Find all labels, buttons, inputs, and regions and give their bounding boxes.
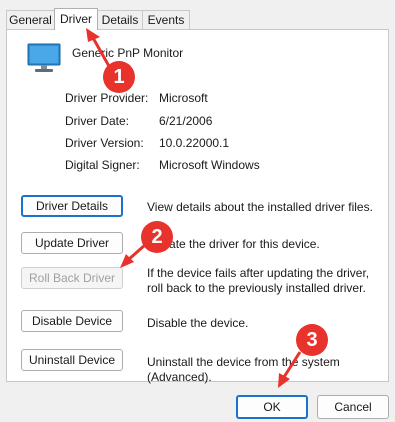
- uninstall-device-button[interactable]: Uninstall Device: [21, 349, 123, 371]
- annotation-badge-2: 2: [141, 221, 173, 253]
- driver-date-label: Driver Date:: [65, 114, 130, 128]
- driver-details-description: View details about the installed driver …: [147, 200, 373, 214]
- disable-device-button[interactable]: Disable Device: [21, 310, 123, 332]
- tab-general[interactable]: General: [6, 10, 55, 29]
- driver-date-value: 6/21/2006: [159, 114, 213, 128]
- ok-button[interactable]: OK: [236, 395, 308, 419]
- update-driver-description: Update the driver for this device.: [147, 237, 320, 251]
- driver-details-button[interactable]: Driver Details: [21, 195, 123, 217]
- cancel-button[interactable]: Cancel: [317, 395, 389, 419]
- annotation-badge-1: 1: [103, 61, 135, 93]
- driver-panel: Generic PnP Monitor Driver Provider: Mic…: [6, 29, 389, 384]
- driver-version-value: 10.0.22000.1: [159, 136, 230, 150]
- driver-provider-value: Microsoft: [159, 91, 208, 105]
- disable-device-description: Disable the device.: [147, 316, 249, 330]
- device-name: Generic PnP Monitor: [72, 46, 184, 60]
- uninstall-device-description: Uninstall the device from the system (Ad…: [147, 355, 340, 384]
- tab-details[interactable]: Details: [97, 10, 143, 29]
- tab-driver[interactable]: Driver: [54, 8, 98, 30]
- driver-version-label: Driver Version:: [65, 136, 144, 150]
- roll-back-driver-button[interactable]: Roll Back Driver: [21, 267, 123, 289]
- roll-back-driver-description: If the device fails after updating the d…: [147, 266, 370, 295]
- monitor-icon: [27, 43, 61, 72]
- digital-signer-value: Microsoft Windows: [159, 158, 260, 172]
- annotation-badge-3: 3: [296, 324, 328, 356]
- tab-events[interactable]: Events: [142, 10, 190, 29]
- update-driver-button[interactable]: Update Driver: [21, 232, 123, 254]
- digital-signer-label: Digital Signer:: [65, 158, 140, 172]
- driver-provider-label: Driver Provider:: [65, 91, 149, 105]
